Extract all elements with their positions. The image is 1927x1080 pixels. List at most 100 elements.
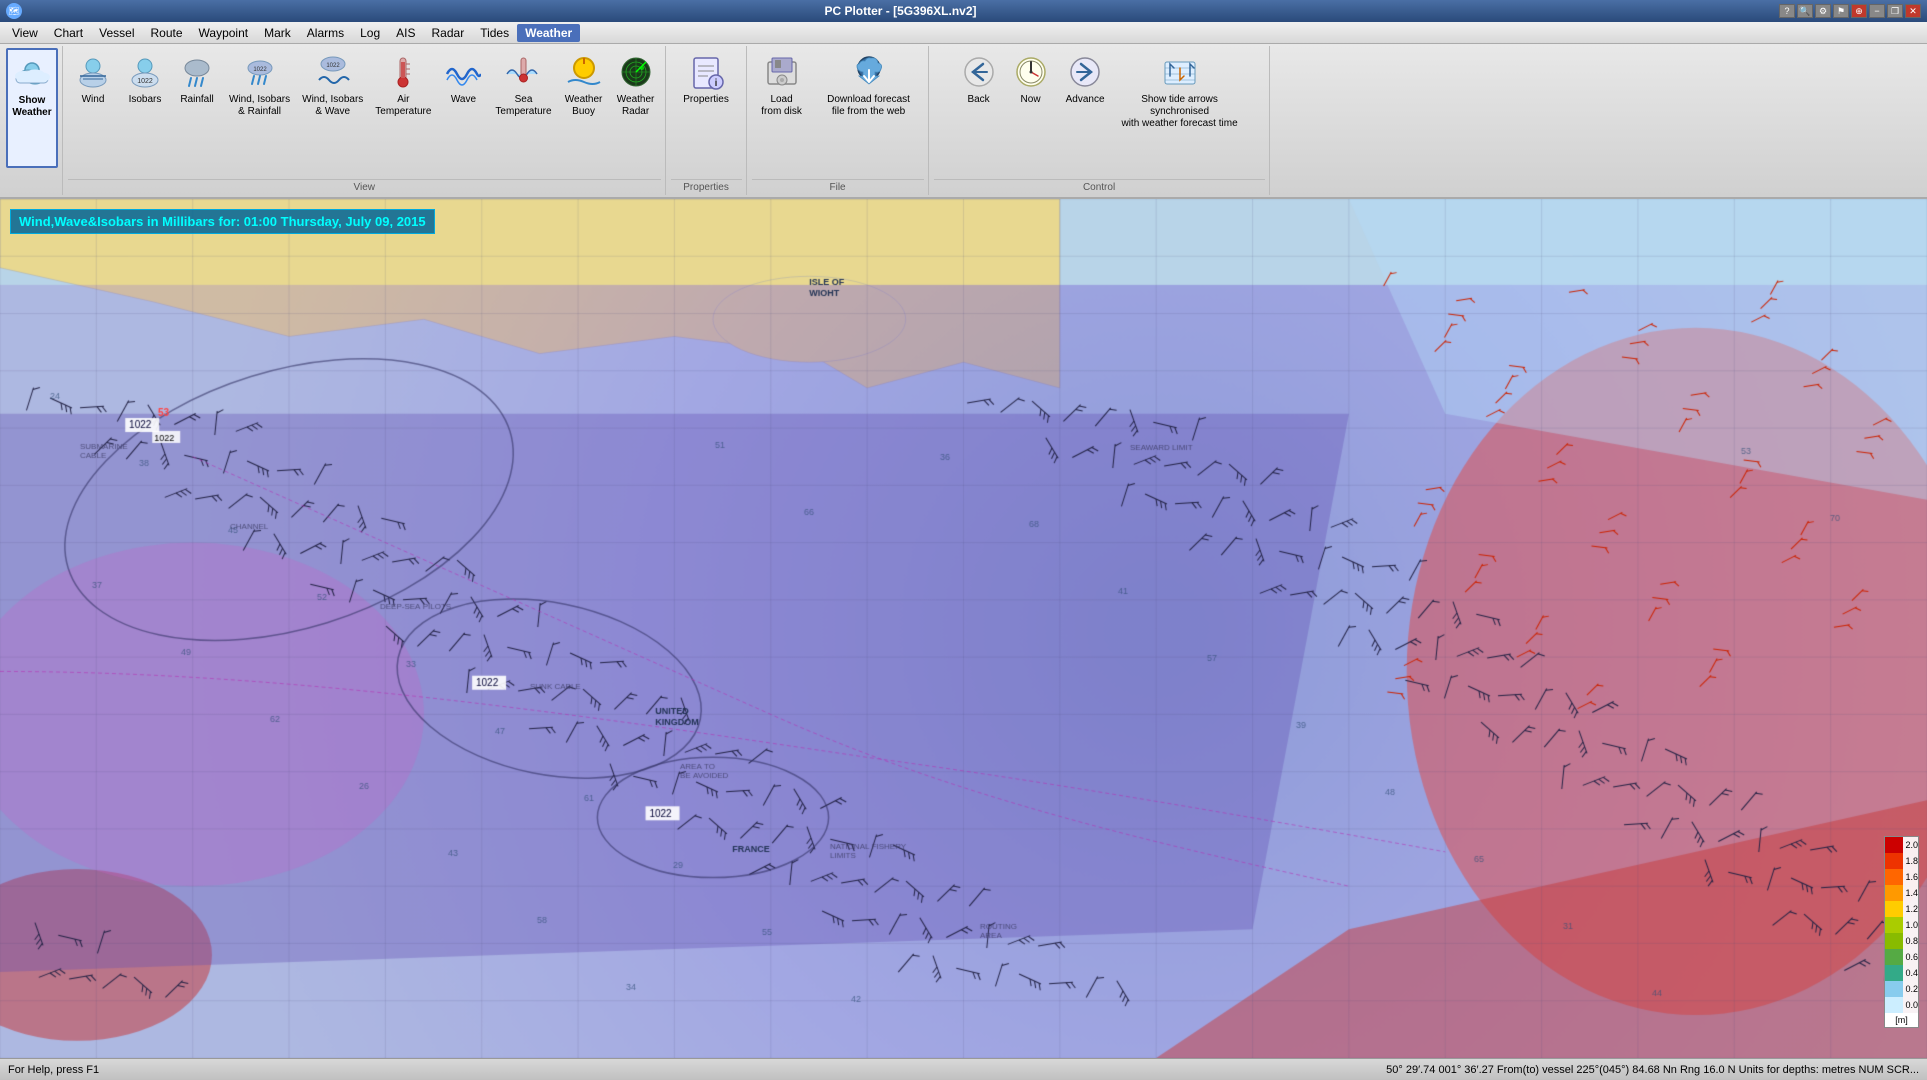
menu-ais[interactable]: AIS <box>388 24 423 42</box>
wind-isobars-rainfall-icon: 1022 <box>240 52 280 92</box>
wave-legend: 2.0 1.8 1.6 1.4 1.2 1.0 0.8 0.6 0.4 0.2 … <box>1884 836 1919 1028</box>
rainfall-icon <box>177 52 217 92</box>
svg-text:1022: 1022 <box>253 67 267 73</box>
settings-btn[interactable]: ⚙ <box>1815 4 1831 18</box>
help-btn[interactable]: ? <box>1779 4 1795 18</box>
sea-temperature-button[interactable]: SeaTemperature <box>490 48 556 168</box>
menu-mark[interactable]: Mark <box>256 24 299 42</box>
load-from-disk-button[interactable]: Loadfrom disk <box>752 48 812 168</box>
wave-button[interactable]: Wave <box>438 48 488 168</box>
download-forecast-label: Download forecastfile from the web <box>827 94 910 118</box>
show-weather-button[interactable]: ShowWeather <box>6 48 58 168</box>
menu-weather[interactable]: Weather <box>517 24 580 42</box>
wind-label: Wind <box>82 94 105 106</box>
show-tide-arrows-button[interactable]: Show tide arrows synchronisedwith weathe… <box>1115 48 1245 168</box>
weather-buoy-icon <box>564 52 604 92</box>
menu-log[interactable]: Log <box>352 24 388 42</box>
titlebar: 🗺 PC Plotter - [5G396XL.nv2] ? 🔍 ⚙ ⚑ ⊕ −… <box>0 0 1927 22</box>
load-disk-label: Loadfrom disk <box>761 94 802 118</box>
properties-icon: i <box>686 52 726 92</box>
statusbar-right: 50° 29′.74 001° 36′.27 From(to) vessel 2… <box>1386 1064 1919 1076</box>
tide-arrows-icon <box>1160 52 1200 92</box>
wind-icon <box>73 52 113 92</box>
file-group-label: File <box>752 179 924 193</box>
properties-group: i Properties Properties <box>667 46 747 195</box>
isobars-label: Isobars <box>129 94 162 106</box>
weather-buoy-label: WeatherBuoy <box>565 94 603 118</box>
app-icon: 🗺 <box>6 3 22 19</box>
flag-btn[interactable]: ⚑ <box>1833 4 1849 18</box>
properties-group-label: Properties <box>671 179 742 193</box>
wind-isobars-rainfall-button[interactable]: 1022 Wind, Isobars& Rainfall <box>224 48 295 168</box>
isobars-icon: 1022 <box>125 52 165 92</box>
control-group: Back Now <box>930 46 1270 195</box>
show-weather-group: ShowWeather <box>2 46 63 195</box>
menu-alarms[interactable]: Alarms <box>299 24 352 42</box>
menu-view[interactable]: View <box>4 24 46 42</box>
weather-radar-label: WeatherRadar <box>617 94 655 118</box>
window-title: PC Plotter - [5G396XL.nv2] <box>22 4 1779 18</box>
menu-tides[interactable]: Tides <box>472 24 517 42</box>
back-button[interactable]: Back <box>954 48 1004 168</box>
rainfall-label: Rainfall <box>180 94 213 106</box>
show-weather-label: ShowWeather <box>12 95 51 119</box>
statusbar-left: For Help, press F1 <box>8 1064 99 1076</box>
restore-btn[interactable]: ❐ <box>1887 4 1903 18</box>
air-temperature-button[interactable]: AirTemperature <box>370 48 436 168</box>
weather-buoy-button[interactable]: WeatherBuoy <box>559 48 609 168</box>
properties-button[interactable]: i Properties <box>671 48 741 168</box>
map-area[interactable]: Wind,Wave&Isobars in Millibars for: 01:0… <box>0 199 1927 1058</box>
isobars-button[interactable]: 1022 Isobars <box>120 48 170 168</box>
now-icon <box>1011 52 1051 92</box>
zoom-btn[interactable]: 🔍 <box>1797 4 1813 18</box>
advance-icon <box>1065 52 1105 92</box>
lifering-btn[interactable]: ⊕ <box>1851 4 1867 18</box>
toolbar: ShowWeather Wind <box>0 44 1927 199</box>
wind-isobars-wave-label: Wind, Isobars& Wave <box>302 94 363 118</box>
window-controls: ? 🔍 ⚙ ⚑ ⊕ − ❐ ✕ <box>1779 4 1921 18</box>
tide-arrows-label: Show tide arrows synchronisedwith weathe… <box>1120 94 1240 130</box>
svg-text:i: i <box>715 78 718 89</box>
menu-route[interactable]: Route <box>143 24 191 42</box>
properties-label: Properties <box>683 94 729 106</box>
weather-radar-icon <box>616 52 656 92</box>
advance-label: Advance <box>1066 94 1105 106</box>
weather-radar-button[interactable]: WeatherRadar <box>611 48 661 168</box>
air-temperature-label: AirTemperature <box>375 94 431 118</box>
view-group-label: View <box>68 179 661 193</box>
sea-temperature-label: SeaTemperature <box>495 94 551 118</box>
svg-text:1022: 1022 <box>137 78 153 85</box>
now-label: Now <box>1021 94 1041 106</box>
menu-waypoint[interactable]: Waypoint <box>191 24 257 42</box>
menu-radar[interactable]: Radar <box>424 24 473 42</box>
view-group: Wind 1022 Isobars <box>64 46 666 195</box>
download-forecast-icon <box>849 52 889 92</box>
back-icon <box>959 52 999 92</box>
close-btn[interactable]: ✕ <box>1905 4 1921 18</box>
wave-label: Wave <box>451 94 476 106</box>
statusbar: For Help, press F1 50° 29′.74 001° 36′.2… <box>0 1058 1927 1080</box>
menu-vessel[interactable]: Vessel <box>91 24 142 42</box>
map-info-box: Wind,Wave&Isobars in Millibars for: 01:0… <box>10 209 435 234</box>
rainfall-button[interactable]: Rainfall <box>172 48 222 168</box>
sea-temperature-icon <box>503 52 543 92</box>
load-disk-icon <box>762 52 802 92</box>
minimize-btn[interactable]: − <box>1869 4 1885 18</box>
advance-button[interactable]: Advance <box>1058 48 1113 168</box>
back-label: Back <box>967 94 989 106</box>
download-forecast-button[interactable]: Download forecastfile from the web <box>814 48 924 168</box>
wave-icon <box>443 52 483 92</box>
wind-isobars-rainfall-label: Wind, Isobars& Rainfall <box>229 94 290 118</box>
cloud-sun-icon <box>12 53 52 93</box>
wind-isobars-wave-button[interactable]: 1022 Wind, Isobars& Wave <box>297 48 368 168</box>
now-button[interactable]: Now <box>1006 48 1056 168</box>
svg-text:1022: 1022 <box>326 63 340 69</box>
air-temperature-icon <box>383 52 423 92</box>
control-group-label: Control <box>934 179 1265 193</box>
file-group: Loadfrom disk Download forecastfile from… <box>748 46 929 195</box>
legend-unit: [m] <box>1885 1013 1918 1027</box>
menubar: View Chart Vessel Route Waypoint Mark Al… <box>0 22 1927 44</box>
wind-isobars-wave-icon: 1022 <box>313 52 353 92</box>
wind-button[interactable]: Wind <box>68 48 118 168</box>
menu-chart[interactable]: Chart <box>46 24 91 42</box>
